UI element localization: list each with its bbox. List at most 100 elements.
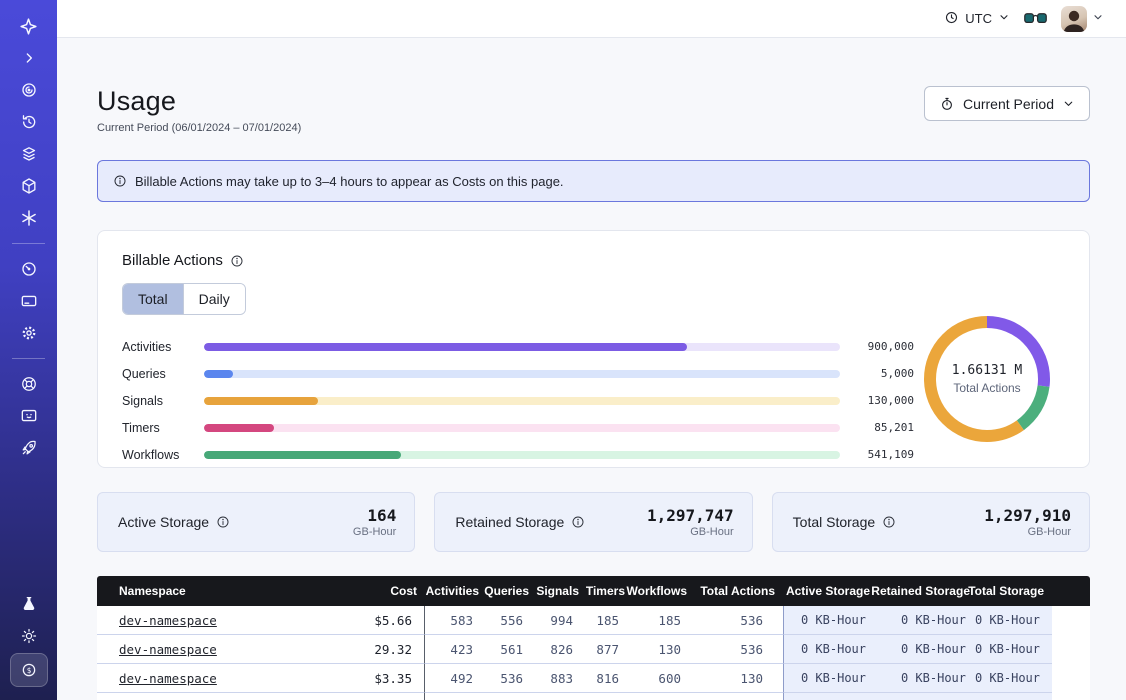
table-row: dev-namespace29.324235618268771305360 KB…: [97, 635, 1090, 664]
table-cell: 492: [425, 664, 487, 693]
billable-bar-row: Signals 130,000: [122, 387, 914, 414]
table-cell: 29.32: [337, 635, 425, 664]
usage-dollar-icon[interactable]: $: [10, 653, 48, 687]
table-cell: $3.35: [337, 664, 425, 693]
bar-category-label: Timers: [122, 421, 188, 435]
storage-card-label: Total Storage: [793, 514, 876, 530]
table-row-partial: [97, 693, 1090, 700]
table-cell-empty: [537, 693, 587, 700]
table-header-cell: Workflows: [633, 576, 695, 606]
expand-sidebar-chevron-icon[interactable]: [10, 43, 48, 73]
period-button-label: Current Period: [963, 96, 1054, 112]
total-actions-donut-chart: 1.66131 M Total Actions: [915, 307, 1059, 451]
table-header-cell: Total Actions: [695, 576, 783, 606]
history-clock-icon[interactable]: [10, 107, 48, 137]
table-cell: dev-namespace: [97, 635, 337, 664]
page-title: Usage: [97, 86, 301, 116]
table-header-cell: Total Storage: [978, 576, 1052, 606]
table-cell: dev-namespace: [97, 606, 337, 635]
bar-fill: [204, 397, 318, 405]
billing-card-icon[interactable]: [10, 286, 48, 316]
storage-card: Total Storage 1,297,910 GB-Hour: [772, 492, 1090, 552]
svg-text:$: $: [26, 666, 31, 675]
gear-icon[interactable]: [10, 318, 48, 348]
bar-category-label: Activities: [122, 340, 188, 354]
billable-bar-chart: Activities 900,000 Queries 5,000 Signals…: [122, 333, 914, 468]
table-cell-empty: [337, 693, 425, 700]
main-content: Usage Current Period (06/01/2024 – 07/01…: [57, 38, 1126, 700]
table-cell-empty: [587, 693, 633, 700]
table-header-cell: Signals: [537, 576, 587, 606]
lab-flask-icon[interactable]: [10, 589, 48, 619]
table-cell: 994: [537, 606, 587, 635]
table-row: dev-namespace$3.354925368838166001300 KB…: [97, 664, 1090, 693]
table-cell: 0 KB-Hour: [783, 664, 878, 693]
bar-track: [204, 370, 840, 378]
table-cell: 826: [537, 635, 587, 664]
table-cell-empty: [425, 693, 487, 700]
table-cell: 130: [695, 664, 783, 693]
info-icon: [113, 174, 127, 188]
donut-total-value: 1.66131 M: [952, 363, 1022, 378]
support-monitor-icon[interactable]: [10, 401, 48, 431]
info-banner: Billable Actions may take up to 3–4 hour…: [97, 160, 1090, 202]
table-header-row: NamespaceCostActivitiesQueriesSignalsTim…: [97, 576, 1090, 606]
storage-card: Active Storage 164 GB-Hour: [97, 492, 415, 552]
table-header-cell: Cost: [337, 576, 425, 606]
table-cell: 600: [633, 664, 695, 693]
asterisk-icon[interactable]: [10, 203, 48, 233]
timezone-selector[interactable]: UTC: [944, 10, 1010, 28]
cube-icon[interactable]: [10, 171, 48, 201]
banner-text: Billable Actions may take up to 3–4 hour…: [135, 174, 564, 189]
lifebuoy-icon[interactable]: [10, 369, 48, 399]
table-cell-empty: [978, 693, 1052, 700]
tab-total[interactable]: Total: [123, 284, 183, 314]
clock-icon: [944, 10, 959, 28]
info-icon[interactable]: [882, 515, 896, 529]
sun-theme-icon[interactable]: [10, 621, 48, 651]
layers-icon[interactable]: [10, 139, 48, 169]
sidebar-divider: [12, 358, 45, 359]
billable-bar-row: Queries 5,000: [122, 360, 914, 387]
chevron-down-icon: [998, 11, 1010, 26]
bar-category-label: Signals: [122, 394, 188, 408]
feedback-glasses-icon[interactable]: [1024, 12, 1047, 25]
user-menu[interactable]: [1061, 6, 1104, 32]
billable-actions-card: Billable Actions Total Daily Activities …: [97, 230, 1090, 468]
bar-fill: [204, 343, 687, 351]
bar-category-label: Workflows: [122, 448, 188, 462]
table-cell: 536: [487, 664, 537, 693]
namespace-usage-table: NamespaceCostActivitiesQueriesSignalsTim…: [97, 576, 1090, 700]
table-cell: 0 KB-Hour: [978, 664, 1052, 693]
table-cell: 583: [425, 606, 487, 635]
table-cell: 185: [633, 606, 695, 635]
temporal-logo-icon[interactable]: [10, 11, 48, 41]
info-icon[interactable]: [216, 515, 230, 529]
rocket-icon[interactable]: [10, 433, 48, 463]
namespaces-spiral-icon[interactable]: [10, 75, 48, 105]
bar-fill: [204, 370, 233, 378]
namespace-link[interactable]: dev-namespace: [119, 642, 217, 657]
table-cell: 0 KB-Hour: [878, 664, 978, 693]
tab-daily[interactable]: Daily: [183, 284, 245, 314]
bar-value: 541,109: [854, 448, 914, 461]
table-cell: 877: [587, 635, 633, 664]
info-icon[interactable]: [571, 515, 585, 529]
sidebar-divider: [12, 243, 45, 244]
table-cell: 423: [425, 635, 487, 664]
storage-card-value: 1,297,910: [984, 506, 1071, 525]
table-cell: 536: [695, 635, 783, 664]
namespace-link[interactable]: dev-namespace: [119, 671, 217, 686]
billable-actions-title: Billable Actions: [122, 252, 223, 269]
gauge-icon[interactable]: [10, 254, 48, 284]
table-cell: dev-namespace: [97, 664, 337, 693]
namespace-link[interactable]: dev-namespace: [119, 613, 217, 628]
table-cell: 130: [633, 635, 695, 664]
info-icon[interactable]: [230, 254, 244, 268]
bar-track: [204, 424, 840, 432]
period-selector-button[interactable]: Current Period: [924, 86, 1090, 121]
storage-card-label: Active Storage: [118, 514, 209, 530]
table-cell: 816: [587, 664, 633, 693]
billable-bar-row: Activities 900,000: [122, 333, 914, 360]
bar-category-label: Queries: [122, 367, 188, 381]
